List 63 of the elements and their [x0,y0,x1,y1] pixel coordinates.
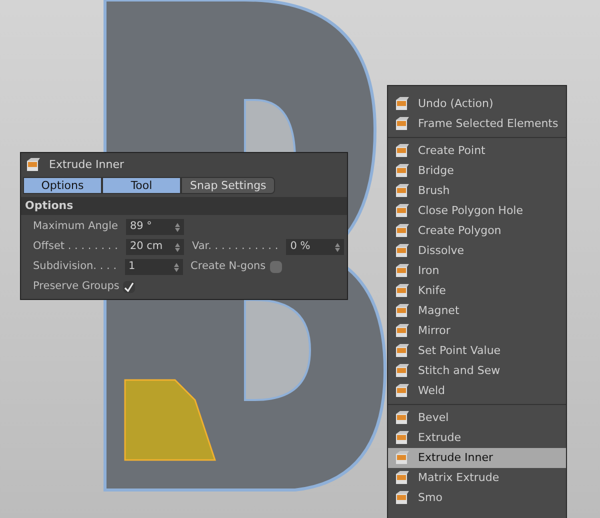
menu-item[interactable]: Stitch and Sew [388,361,566,381]
menu-item[interactable]: Matrix Extrude [388,468,566,488]
menu-item[interactable]: Weld [388,381,566,401]
menu-item[interactable]: Frame Selected Elements [388,114,566,134]
tab[interactable]: Options [23,177,102,194]
tool-icon [394,450,410,466]
field-label: Maximum Angle [33,219,118,234]
menu-item[interactable]: Bridge [388,161,566,181]
menu-item[interactable]: Close Polygon Hole [388,201,566,221]
tool-icon [394,490,410,506]
menu-item[interactable]: Dissolve [388,241,566,261]
number-field[interactable]: 0 % [286,239,344,255]
spinner-icon [174,262,179,272]
field-label: Subdivision. . . . [33,259,117,274]
menu-item[interactable]: Extrude [388,428,566,448]
section-header: Options [21,197,347,215]
tool-icon [394,343,410,359]
tool-icon [394,323,410,339]
tool-icon [394,96,410,112]
tool-icon [394,263,410,279]
tool-icon [394,116,410,132]
tool-icon [25,157,41,173]
number-field[interactable]: 1 [124,259,183,275]
tool-icon [394,203,410,219]
menu-item[interactable]: Extrude Inner [388,448,566,468]
tool-icon [394,163,410,179]
field-label: Var. . . . . . . . . . . [192,239,278,254]
tool-icon [394,430,410,446]
field-label: Preserve Groups [33,279,120,294]
number-field[interactable]: 20 cm [126,239,184,255]
spinner-icon [335,242,340,252]
menu-item[interactable]: Smo [388,488,566,508]
tool-icon [394,303,410,319]
menu-item[interactable]: Magnet [388,301,566,321]
dialog-title: Extrude Inner [49,156,124,173]
tool-icon [394,183,410,199]
checkmark-icon [124,282,134,292]
tool-icon [394,243,410,259]
spinner-icon [174,242,180,252]
tool-icon [394,283,410,299]
menu-item[interactable]: Brush [388,181,566,201]
menu-item[interactable]: Bevel [388,408,566,428]
field-label: Offset . . . . . . . . [33,239,118,254]
spinner-icon [174,222,180,232]
checkbox[interactable] [270,261,282,273]
number-field[interactable]: 89 ° [126,219,184,235]
tool-icon [394,223,410,239]
menu-item[interactable]: Undo (Action) [388,94,566,114]
tool-icon [394,410,410,426]
tab[interactable]: Snap Settings [181,177,276,194]
tool-icon [394,383,410,399]
menu-item[interactable]: Create Point [388,141,566,161]
menu-item[interactable]: Mirror [388,321,566,341]
menu-item[interactable]: Knife [388,281,566,301]
tool-icon [394,470,410,486]
checkbox[interactable] [123,280,136,293]
tool-icon [394,143,410,159]
menu-item[interactable]: Create Polygon [388,221,566,241]
field-label: Create N-gons [190,259,266,274]
menu-item[interactable]: Iron [388,261,566,281]
menu-item[interactable]: Set Point Value [388,341,566,361]
tab[interactable]: Tool [102,177,181,194]
tool-icon [394,363,410,379]
